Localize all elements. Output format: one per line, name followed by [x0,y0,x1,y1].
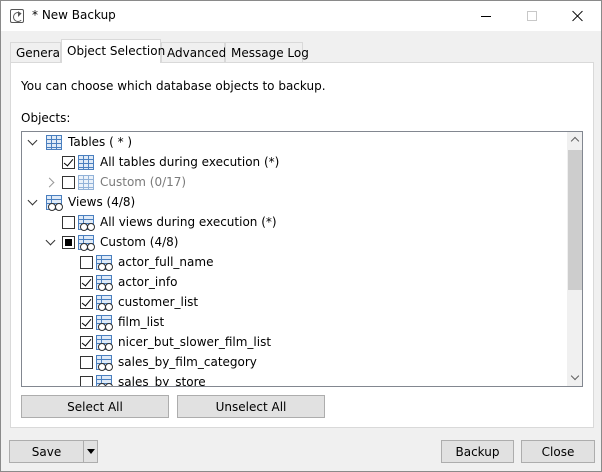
maximize-icon [527,11,537,21]
tree-item-view[interactable]: customer_list [22,292,567,312]
object-selection-panel: You can choose which database objects to… [10,62,594,428]
tree-node-tables-custom[interactable]: Custom (0/17) [22,172,567,192]
tree-node-label: Views (4/8) [68,195,136,209]
tree-item-label: actor_full_name [118,255,214,269]
checkbox-view[interactable] [80,255,93,269]
table-icon [78,174,94,190]
tree-item-view[interactable]: sales_by_film_category [22,352,567,372]
checkbox-view[interactable] [80,315,93,329]
title-bar[interactable]: * New Backup [1,1,601,31]
view-icon [78,234,95,251]
checkbox-all-views[interactable] [62,215,75,229]
close-window-button[interactable] [555,1,601,31]
save-button[interactable]: Save [9,440,84,463]
tab-advanced[interactable]: Advanced [161,42,226,63]
table-icon [78,154,94,170]
tree-item-label: All tables during execution (*) [100,155,280,169]
backup-window: * New Backup General Object Selection Ad… [0,0,602,472]
tab-message-log[interactable]: Message Log [225,42,309,63]
minimize-icon [481,15,491,17]
panel-description: You can choose which database objects to… [21,79,326,93]
objects-label: Objects: [21,111,71,125]
unselect-all-button[interactable]: Unselect All [177,395,325,418]
tree-item-label: customer_list [118,295,199,309]
table-icon [46,134,62,150]
tree-item-all-views[interactable]: All views during execution (*) [22,212,567,232]
tree-item-view[interactable]: sales_by_store [22,372,567,387]
minimize-button[interactable] [463,1,509,31]
chevron-down-icon [86,449,95,454]
tree-item-label: All views during execution (*) [100,215,277,229]
view-icon [96,334,113,351]
backup-button[interactable]: Backup [441,440,514,463]
close-icon [572,10,584,22]
tree-item-view[interactable]: nicer_but_slower_film_list [22,332,567,352]
close-button[interactable]: Close [521,440,595,463]
tree-item-label: film_list [118,315,165,329]
checkbox-tables-custom[interactable] [62,175,75,189]
tree-item-all-tables[interactable]: All tables during execution (*) [22,152,567,172]
view-icon [96,294,113,311]
tree-scrollbar[interactable] [567,132,582,386]
tree-item-label: sales_by_film_category [118,355,257,369]
save-dropdown-button[interactable] [83,440,98,463]
tree-node-tables[interactable]: Tables ( * ) [22,132,567,152]
tree-node-views-custom[interactable]: Custom (4/8) [22,232,567,252]
scrollbar-thumb[interactable] [568,150,582,290]
collapse-icon[interactable] [28,197,38,207]
view-icon [96,354,113,371]
checkbox-view[interactable] [80,295,93,309]
scroll-up-icon[interactable] [567,132,582,148]
view-icon [96,274,113,291]
view-icon [96,374,113,386]
tree-item-view[interactable]: actor_info [22,272,567,292]
tree-node-label: Tables ( * ) [68,135,133,149]
objects-tree[interactable]: Tables ( * ) All tables during execution… [21,131,583,387]
tree-item-label: Custom (4/8) [100,235,179,249]
app-icon [10,9,24,23]
checkbox-views-custom[interactable] [62,235,75,249]
scroll-down-icon[interactable] [567,370,582,386]
tree-item-view[interactable]: actor_full_name [22,252,567,272]
collapse-icon[interactable] [46,237,56,247]
window-title: * New Backup [32,8,116,22]
checkbox-all-tables[interactable] [62,155,75,169]
checkbox-view[interactable] [80,275,93,289]
collapse-icon[interactable] [28,137,38,147]
view-icon [96,314,113,331]
checkbox-view[interactable] [80,335,93,349]
expand-icon[interactable] [46,177,56,187]
tree-item-label: nicer_but_slower_film_list [118,335,272,349]
tree-node-views[interactable]: Views (4/8) [22,192,567,212]
tree-item-label: actor_info [118,275,178,289]
tree-item-view[interactable]: film_list [22,312,567,332]
tab-object-selection[interactable]: Object Selection [61,39,165,63]
view-icon [78,214,95,231]
select-all-button[interactable]: Select All [21,395,169,418]
maximize-button[interactable] [509,1,555,31]
tree-item-label: Custom (0/17) [100,175,187,189]
checkbox-view[interactable] [80,375,93,386]
view-icon [96,254,113,271]
checkbox-view[interactable] [80,355,93,369]
tab-general[interactable]: General [10,42,63,63]
view-icon [46,194,63,211]
tree-item-label: sales_by_store [118,375,206,387]
